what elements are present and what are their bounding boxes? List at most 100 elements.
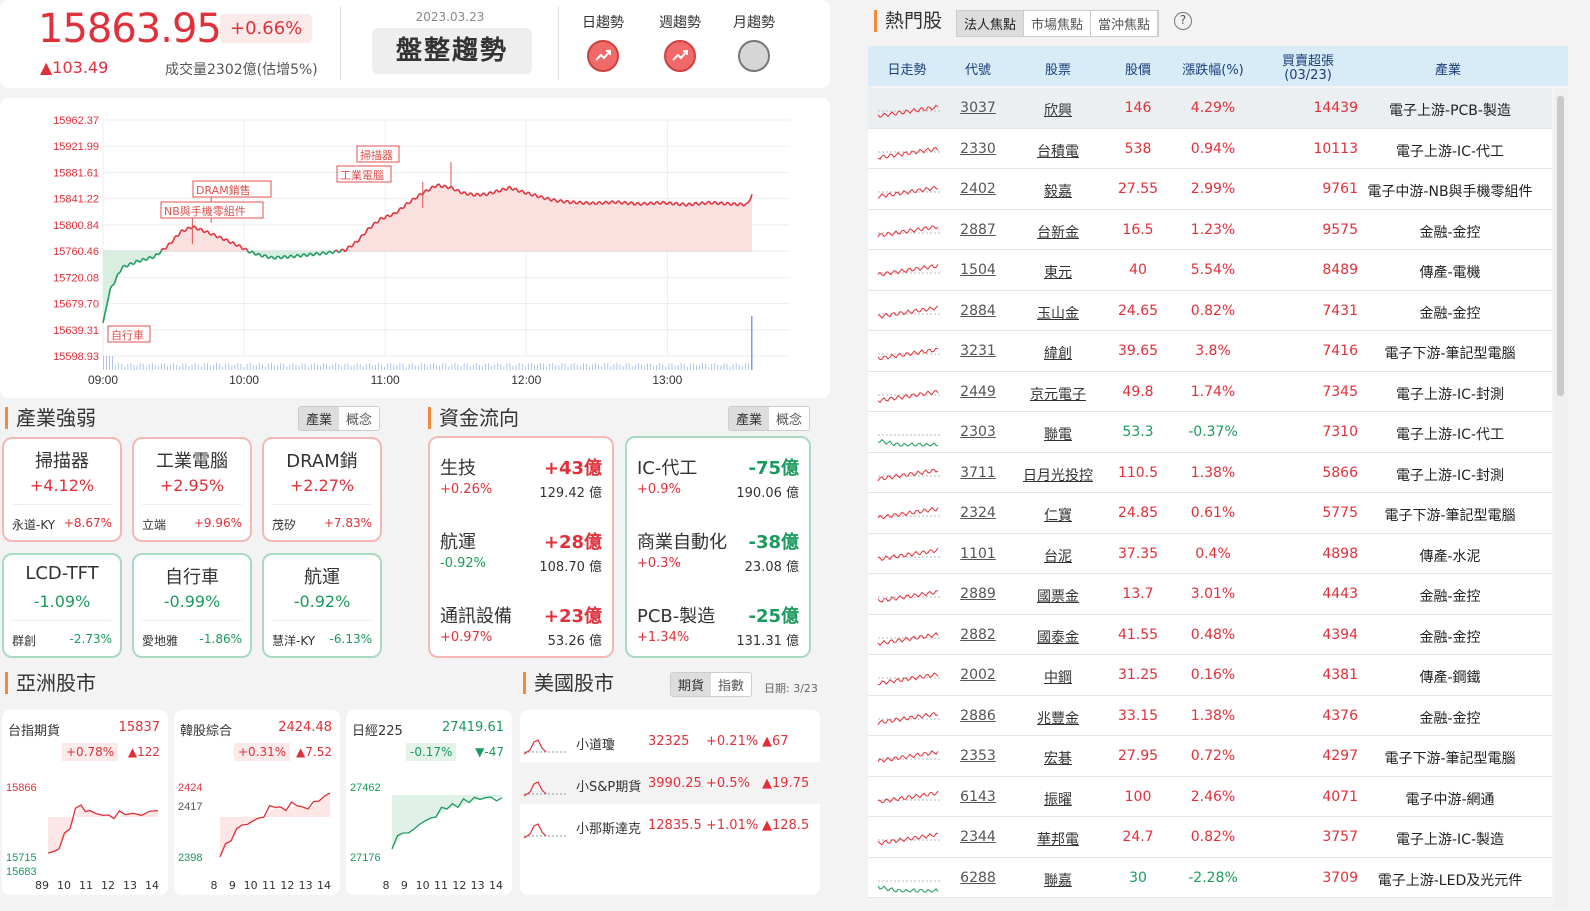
hot-stock-row[interactable]: 2324 仁寶 24.85 0.61% 5775 電子下游-筆記型電腦	[868, 493, 1552, 534]
hot-stock-row[interactable]: 2882 國泰金 41.55 0.48% 4394 金融-金控	[868, 614, 1552, 655]
fund-flow-row[interactable]: 商業自動化 -38億 +0.3% 23.08 億	[637, 528, 799, 588]
hot-stock-row[interactable]: 3037 欣興 146 4.29% 14439 電子上游-PCB-製造	[868, 88, 1552, 129]
stock-name[interactable]: 欣興	[1008, 100, 1108, 120]
stock-name[interactable]: 日月光投控	[1008, 465, 1108, 485]
stock-code[interactable]: 3711	[950, 465, 1006, 481]
stock-code[interactable]: 3231	[950, 343, 1006, 359]
stock-name[interactable]: 聯電	[1008, 424, 1108, 444]
hot-stock-row[interactable]: 2886 兆豐金 33.15 1.38% 4376 金融-金控	[868, 695, 1552, 736]
stock-name[interactable]: 振曜	[1008, 789, 1108, 809]
stock-name[interactable]: 玉山金	[1008, 303, 1108, 323]
stock-name[interactable]: 國泰金	[1008, 627, 1108, 647]
stock-name[interactable]: 緯創	[1008, 343, 1108, 363]
hot-stock-row[interactable]: 2402 毅嘉 27.55 2.99% 9761 電子中游-NB與手機零組件	[868, 169, 1552, 210]
stock-code[interactable]: 2402	[950, 181, 1006, 197]
trend-week[interactable]: 週趨勢	[650, 12, 710, 72]
hot-stock-row[interactable]: 2002 中鋼 31.25 0.16% 4381 傳產-鋼鐵	[868, 655, 1552, 696]
stock-name[interactable]: 台泥	[1008, 546, 1108, 566]
stock-name[interactable]: 華邦電	[1008, 829, 1108, 849]
stock-code[interactable]: 2886	[950, 708, 1006, 724]
fund-flow-row[interactable]: 航運 +28億 -0.92% 108.70 億	[440, 528, 602, 588]
us-market-row[interactable]: 小道瓊 32325 +0.21% ▲67	[520, 720, 820, 762]
fund-flow-row[interactable]: 生技 +43億 +0.26% 129.42 億	[440, 454, 602, 514]
asia-market-card[interactable]: 日經225 27419.61 -0.17% ▼-47 27462 27176 8 9 10 11 1…	[346, 710, 512, 895]
hot-stock-row[interactable]: 1504 東元 40 5.54% 8489 傳產-電機	[868, 250, 1552, 291]
stock-name[interactable]: 聯嘉	[1008, 870, 1108, 890]
industry-card[interactable]: 自行車 -0.99% 愛地雅 -1.86%	[132, 553, 252, 658]
leader-stock[interactable]: 群創	[12, 632, 36, 649]
industry-card[interactable]: 航運 -0.92% 慧洋-KY -6.13%	[262, 553, 382, 658]
fund-flow-row[interactable]: IC-代工 -75億 +0.9% 190.06 億	[637, 454, 799, 514]
stock-code[interactable]: 2887	[950, 222, 1006, 238]
trend-month[interactable]: 月趨勢	[724, 12, 784, 72]
scrollbar-thumb[interactable]	[1557, 96, 1564, 396]
event-annotation[interactable]: 自行車	[107, 325, 151, 343]
stock-name[interactable]: 京元電子	[1008, 384, 1108, 404]
tab-industry[interactable]: 產業	[729, 407, 770, 430]
stock-code[interactable]: 1504	[950, 262, 1006, 278]
stock-name[interactable]: 毅嘉	[1008, 181, 1108, 201]
leader-stock[interactable]: 永道-KY	[12, 516, 55, 533]
industry-card[interactable]: DRAM銷 +2.27% 茂矽 +7.83%	[262, 437, 382, 542]
stock-code[interactable]: 2884	[950, 303, 1006, 319]
hot-stock-row[interactable]: 2449 京元電子 49.8 1.74% 7345 電子上游-IC-封測	[868, 371, 1552, 412]
leader-stock[interactable]: 愛地雅	[142, 632, 178, 649]
hot-stock-row[interactable]: 3231 緯創 39.65 3.8% 7416 電子下游-筆記型電腦	[868, 331, 1552, 372]
asia-market-card[interactable]: 台指期貨 15837 +0.78% ▲122 15866 15715 15683 89 10 11…	[2, 710, 168, 895]
stock-name[interactable]: 國票金	[1008, 586, 1108, 606]
stock-code[interactable]: 2330	[950, 141, 1006, 157]
hot-stock-row[interactable]: 2330 台積電 538 0.94% 10113 電子上游-IC-代工	[868, 128, 1552, 169]
leader-stock[interactable]: 茂矽	[272, 516, 296, 533]
tab-industry[interactable]: 產業	[299, 407, 340, 430]
stock-code[interactable]: 2889	[950, 586, 1006, 602]
stock-code[interactable]: 2449	[950, 384, 1006, 400]
industry-card[interactable]: LCD-TFT -1.09% 群創 -2.73%	[2, 553, 122, 658]
fund-flow-row[interactable]: PCB-製造 -25億 +1.34% 131.31 億	[637, 602, 799, 662]
industry-card[interactable]: 工業電腦 +2.95% 立端 +9.96%	[132, 437, 252, 542]
stock-code[interactable]: 2324	[950, 505, 1006, 521]
hot-stock-row[interactable]: 2884 玉山金 24.65 0.82% 7431 金融-金控	[868, 290, 1552, 331]
leader-stock[interactable]: 立端	[142, 516, 166, 533]
stock-code[interactable]: 2344	[950, 829, 1006, 845]
industry-card[interactable]: 掃描器 +4.12% 永道-KY +8.67%	[2, 437, 122, 542]
leader-stock[interactable]: 慧洋-KY	[272, 632, 315, 649]
stock-code[interactable]: 2353	[950, 748, 1006, 764]
stock-code[interactable]: 2882	[950, 627, 1006, 643]
fund-flow-row[interactable]: 通訊設備 +23億 +0.97% 53.26 億	[440, 602, 602, 662]
hot-stock-row[interactable]: 3711 日月光投控 110.5 1.38% 5866 電子上游-IC-封測	[868, 452, 1552, 493]
stock-name[interactable]: 兆豐金	[1008, 708, 1108, 728]
stock-name[interactable]: 仁寶	[1008, 505, 1108, 525]
stock-code[interactable]: 2002	[950, 667, 1006, 683]
stock-name[interactable]: 東元	[1008, 262, 1108, 282]
stock-name[interactable]: 台新金	[1008, 222, 1108, 242]
tab-concept[interactable]: 概念	[339, 407, 380, 430]
stock-code[interactable]: 1101	[950, 546, 1006, 562]
asia-market-card[interactable]: 韓股綜合 2424.48 +0.31% ▲7.52 2424 2417 2398 8 9 10 11…	[174, 710, 340, 895]
stock-code[interactable]: 6143	[950, 789, 1006, 805]
hot-stock-row[interactable]: 2344 華邦電 24.7 0.82% 3757 電子上游-IC-製造	[868, 817, 1552, 858]
hot-stock-row[interactable]: 2353 宏碁 27.95 0.72% 4297 電子下游-筆記型電腦	[868, 736, 1552, 777]
hot-stock-row[interactable]: 1101 台泥 37.35 0.4% 4898 傳產-水泥	[868, 533, 1552, 574]
trend-day[interactable]: 日趨勢	[573, 12, 633, 72]
hot-stock-row[interactable]: 6288 聯嘉 30 -2.28% 3709 電子上游-LED及光元件	[868, 857, 1552, 898]
stock-code[interactable]: 2303	[950, 424, 1006, 440]
scrollbar[interactable]	[1554, 88, 1568, 908]
tab-daytrade[interactable]: 當沖焦點	[1091, 11, 1159, 36]
stock-name[interactable]: 台積電	[1008, 141, 1108, 161]
hot-stock-row[interactable]: 2887 台新金 16.5 1.23% 9575 金融-金控	[868, 209, 1552, 250]
tab-futures[interactable]: 期貨	[671, 673, 712, 696]
tab-index[interactable]: 指數	[711, 673, 752, 696]
tab-concept[interactable]: 概念	[769, 407, 810, 430]
stock-name[interactable]: 宏碁	[1008, 748, 1108, 768]
hot-stock-row[interactable]: 2889 國票金 13.7 3.01% 4443 金融-金控	[868, 574, 1552, 615]
hot-stock-row[interactable]: 2303 聯電 53.3 -0.37% 7310 電子上游-IC-代工	[868, 412, 1552, 453]
stock-code[interactable]: 6288	[950, 870, 1006, 886]
stock-name[interactable]: 中鋼	[1008, 667, 1108, 687]
us-market-row[interactable]: 小S&P期貨 3990.25 +0.5% ▲19.75	[520, 762, 820, 804]
tab-institutional[interactable]: 法人焦點	[957, 11, 1025, 36]
hot-stock-row[interactable]: 6143 振曜 100 2.46% 4071 電子中游-網通	[868, 776, 1552, 817]
tab-market[interactable]: 市場焦點	[1024, 11, 1092, 36]
stock-code[interactable]: 3037	[950, 100, 1006, 116]
help-icon[interactable]: ?	[1174, 12, 1192, 30]
us-market-row[interactable]: 小那斯達克 12835.5 +1.01% ▲128.5	[520, 804, 820, 846]
